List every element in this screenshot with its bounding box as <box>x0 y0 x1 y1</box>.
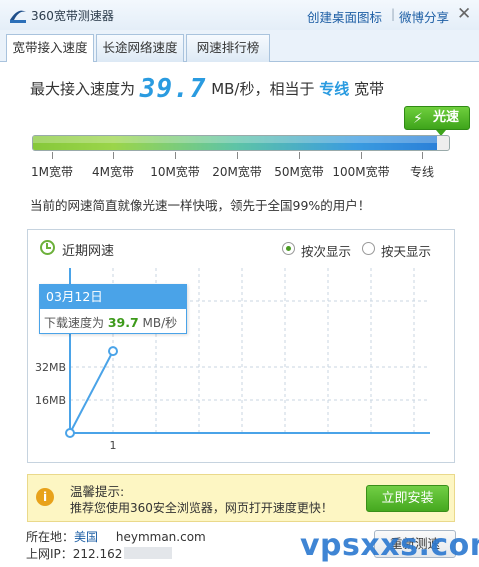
ip-redacted <box>124 547 173 559</box>
weibo-share-link[interactable]: 微博分享 <box>399 7 449 26</box>
scale-tick <box>113 152 114 159</box>
title-separator: | <box>391 7 396 21</box>
tooltip-body: 下载速度为 39.7 MB/秒 <box>44 314 177 331</box>
notice-text: 推荐您使用360安全浏览器，网页打开速度更快！ <box>70 501 333 515</box>
scale-label-50m: 50M宽带 <box>274 165 324 179</box>
app-logo-icon <box>10 10 26 23</box>
tooltip-label: 下载速度为 <box>44 316 105 330</box>
mode-by-day-radio[interactable] <box>362 242 375 255</box>
location-value[interactable]: 美国 <box>74 530 98 544</box>
headline-suffix: 宽带 <box>354 80 385 98</box>
y-tick-label: 32MB <box>35 361 66 374</box>
x-tick-label: 1 <box>110 439 117 452</box>
location-label: 所在地： <box>26 530 75 544</box>
line-type: 专线 <box>319 80 350 98</box>
scale-tick <box>175 152 176 159</box>
tooltip-unit: MB/秒 <box>142 316 178 330</box>
scale-label-100m: 100M宽带 <box>332 165 390 179</box>
info-icon: i <box>36 488 54 506</box>
scale-label-1m: 1M宽带 <box>31 165 73 179</box>
host-name: heymman.com <box>115 530 206 544</box>
scale-tick <box>299 152 300 159</box>
clock-icon <box>40 240 55 255</box>
tooltip-date: 03月12日 <box>40 285 186 309</box>
scale-tick <box>361 152 362 159</box>
ip-line: 上网IP：212.162 <box>26 545 173 562</box>
location-line: 所在地：美国 heymman.com <box>26 528 206 545</box>
speed-level-fill <box>33 136 437 150</box>
speed-headline: 最大接入速度为 39.7 MB/秒，相当于 专线 宽带 <box>30 74 384 104</box>
ip-label: 上网IP： <box>26 547 73 561</box>
scale-tick <box>422 152 423 159</box>
speed-unit: MB/秒，相当于 <box>211 80 315 98</box>
notice-title: 温馨提示: <box>70 484 125 499</box>
create-desktop-icon-link[interactable]: 创建桌面图标 <box>307 7 382 26</box>
y-tick-label: 16MB <box>35 394 66 407</box>
close-icon[interactable]: ✕ <box>457 4 471 24</box>
tab-access-speed[interactable]: 宽带接入速度 <box>6 34 94 63</box>
scale-label-20m: 20M宽带 <box>212 165 262 179</box>
speed-level-bar <box>32 135 450 151</box>
install-now-button[interactable]: 立即安装 <box>366 485 449 512</box>
scale-label-4m: 4M宽带 <box>92 165 134 179</box>
ip-value: 212.162 <box>72 547 123 561</box>
speed-summary: 当前的网速简直就像光速一样快哦，领先于全国99%的用户！ <box>30 198 371 213</box>
tab-ranking[interactable]: 网速排行榜 <box>186 34 270 62</box>
tooltip-value: 39.7 <box>107 315 139 330</box>
series-line <box>69 350 114 434</box>
mode-by-day-label[interactable]: 按天显示 <box>381 241 431 260</box>
data-point <box>108 346 118 357</box>
mode-by-test-label[interactable]: 按次显示 <box>301 241 351 260</box>
tab-long-distance[interactable]: 长途网络速度 <box>96 34 184 62</box>
scale-tick <box>52 152 53 159</box>
data-point <box>65 428 75 438</box>
speed-value: 39.7 <box>139 74 207 104</box>
badge-label: 光速 <box>433 110 460 125</box>
window-title: 360宽带测速器 <box>31 9 114 23</box>
scale-label-10m: 10M宽带 <box>150 165 200 179</box>
speed-level-badge: ⚡ 光速 <box>404 106 470 136</box>
history-title: 近期网速 <box>62 244 115 259</box>
lightning-icon: ⚡ <box>413 111 423 127</box>
scale-label-dedicated: 专线 <box>409 165 435 179</box>
watermark: vpsxxs.com <box>300 528 479 563</box>
chart-tooltip: 03月12日 下载速度为 39.7 MB/秒 <box>39 284 187 334</box>
scale-tick <box>237 152 238 159</box>
headline-prefix: 最大接入速度为 <box>30 80 136 98</box>
mode-by-test-radio[interactable] <box>282 242 295 255</box>
